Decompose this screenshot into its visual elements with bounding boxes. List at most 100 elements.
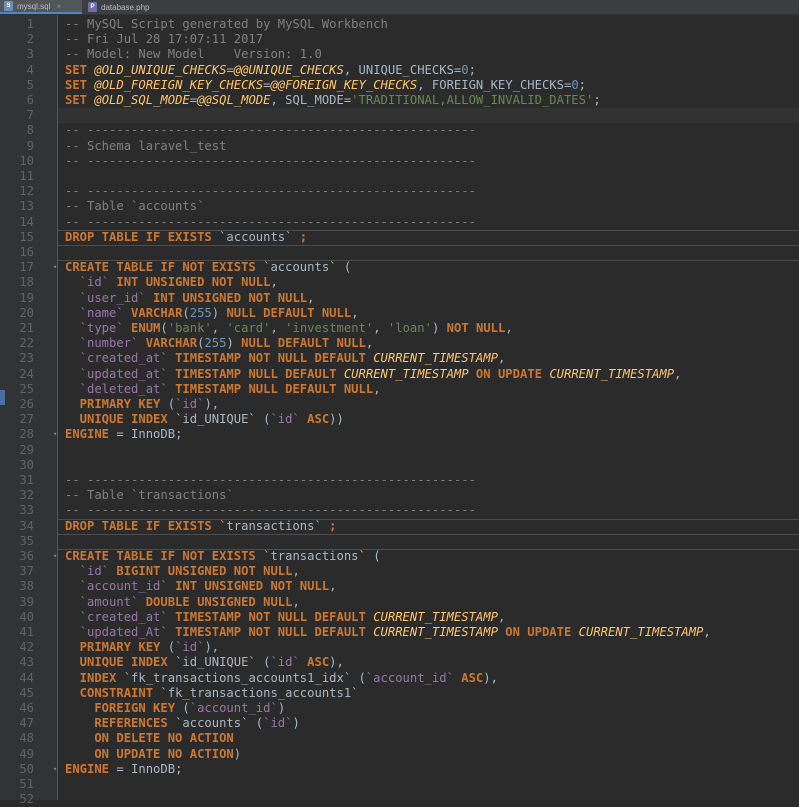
code-token: `name` bbox=[65, 305, 124, 320]
line-number: 18 bbox=[19, 275, 34, 290]
tab-mysql-sql[interactable]: S mysql.sql × bbox=[0, 0, 82, 14]
code-token: ON UPDATE bbox=[468, 366, 550, 381]
line-number: 8 bbox=[26, 123, 34, 138]
code-line[interactable]: `number` VARCHAR(255) NULL DEFAULT NULL, bbox=[65, 336, 374, 351]
code-line[interactable]: `created_at` TIMESTAMP NOT NULL DEFAULT … bbox=[65, 609, 506, 625]
code-line[interactable]: PRIMARY KEY (`id`), bbox=[65, 640, 219, 655]
line-number: 38 bbox=[19, 579, 34, 594]
code-line[interactable]: -- -------------------------------------… bbox=[65, 215, 476, 230]
code-line[interactable]: ENGINE = InnoDB; bbox=[65, 762, 182, 777]
code-line[interactable]: -- Table `transactions` bbox=[65, 488, 234, 503]
code-line[interactable]: `created_at` TIMESTAMP NOT NULL DEFAULT … bbox=[65, 351, 506, 366]
code-line[interactable]: SET @OLD_SQL_MODE=@@SQL_MODE, SQL_MODE='… bbox=[65, 93, 601, 108]
code-line[interactable]: `id` INT UNSIGNED NOT NULL, bbox=[65, 275, 278, 290]
code-line[interactable]: -- Schema laravel_test bbox=[65, 139, 226, 154]
code-line[interactable]: -- -------------------------------------… bbox=[65, 123, 476, 138]
code-token: INT UNSIGNED NOT NULL bbox=[167, 579, 330, 594]
code-line[interactable]: `updated_at` TIMESTAMP NULL DEFAULT CURR… bbox=[65, 366, 682, 382]
code-line[interactable]: -- Model: New Model Version: 1.0 bbox=[65, 47, 322, 62]
code-token: `id` bbox=[270, 412, 300, 427]
code-line[interactable]: -- -------------------------------------… bbox=[65, 184, 476, 199]
code-token: ( bbox=[365, 549, 381, 563]
fold-toggle-icon[interactable]: ▾ bbox=[53, 427, 57, 442]
code-line[interactable]: -- MySQL Script generated by MySQL Workb… bbox=[65, 17, 388, 32]
code-token: `transactions` bbox=[219, 518, 322, 533]
code-line[interactable]: `updated_At` TIMESTAMP NOT NULL DEFAULT … bbox=[65, 625, 711, 640]
code-token: ON UPDATE NO ACTION bbox=[65, 746, 234, 761]
code-token: , bbox=[674, 366, 682, 381]
code-token: @OLD_SQL_MODE bbox=[94, 93, 190, 107]
code-token: -- Table `transactions` bbox=[65, 488, 234, 503]
code-line[interactable]: FOREIGN KEY (`account_id`) bbox=[65, 701, 285, 716]
code-token: ON DELETE NO ACTION bbox=[65, 731, 234, 746]
code-token: ), bbox=[483, 670, 498, 685]
code-line[interactable]: `name` VARCHAR(255) NULL DEFAULT NULL, bbox=[65, 306, 359, 321]
code-line[interactable]: ENGINE = InnoDB; bbox=[65, 427, 182, 442]
code-token: `updated_At` bbox=[65, 625, 168, 639]
code-token: , UNIQUE_CHECKS= bbox=[343, 62, 462, 77]
tab-database-php[interactable]: P database.php bbox=[82, 0, 168, 14]
line-number-gutter[interactable]: 1 2 3 4 5 6 7 8 9 10 11 12 13 14 15 16 17 ▾ 18 19 20 21 22 23 24… bbox=[0, 15, 58, 806]
line-number: 23 bbox=[19, 351, 34, 366]
line-number: 11 bbox=[19, 169, 34, 183]
fold-toggle-icon[interactable]: ▾ bbox=[53, 549, 57, 564]
code-line[interactable]: `account_id` INT UNSIGNED NOT NULL, bbox=[65, 579, 337, 594]
line-number: 19 bbox=[19, 290, 34, 305]
code-token: , bbox=[307, 290, 315, 305]
code-line[interactable]: `type` ENUM('bank', 'card', 'investment'… bbox=[65, 321, 513, 336]
code-token: DROP TABLE IF EXISTS bbox=[65, 229, 220, 244]
code-token: , bbox=[497, 609, 506, 624]
code-line[interactable]: `amount` DOUBLE UNSIGNED NULL, bbox=[65, 595, 300, 610]
code-token: TIMESTAMP NOT NULL DEFAULT bbox=[167, 625, 374, 639]
code-line[interactable]: -- -------------------------------------… bbox=[65, 154, 476, 169]
code-line[interactable]: INDEX `fk_transactions_accounts1_idx` (`… bbox=[65, 671, 498, 686]
line-number: 45 bbox=[19, 685, 34, 700]
code-token: `fk_transactions_accounts1_idx` ( bbox=[123, 670, 366, 685]
code-token: `id` bbox=[65, 564, 110, 579]
code-token: `account_id` bbox=[65, 579, 168, 594]
code-token: ; bbox=[292, 229, 308, 244]
code-token: ENGINE bbox=[65, 761, 110, 776]
code-line[interactable]: ON DELETE NO ACTION bbox=[65, 731, 234, 746]
code-line[interactable]: -- -------------------------------------… bbox=[65, 473, 476, 488]
line-number: 42 bbox=[19, 640, 34, 655]
code-line[interactable]: CREATE TABLE IF NOT EXISTS `accounts` ( bbox=[65, 260, 351, 275]
code-line[interactable]: -- -------------------------------------… bbox=[65, 503, 476, 518]
code-line[interactable]: UNIQUE INDEX `id_UNIQUE` (`id` ASC), bbox=[65, 655, 344, 670]
code-line[interactable]: CONSTRAINT `fk_transactions_accounts1` bbox=[65, 686, 359, 701]
code-line[interactable]: -- Table `accounts` bbox=[65, 199, 204, 214]
code-token: -- MySQL Script generated by MySQL Workb… bbox=[65, 17, 388, 31]
code-line[interactable]: -- Fri Jul 28 17:07:11 2017 bbox=[65, 32, 263, 47]
code-token: `id` bbox=[263, 716, 293, 731]
code-token: INT UNSIGNED NOT NULL bbox=[109, 275, 271, 290]
code-token: )) bbox=[329, 412, 344, 427]
close-icon[interactable]: × bbox=[56, 2, 61, 11]
code-line[interactable]: SET @OLD_UNIQUE_CHECKS=@@UNIQUE_CHECKS, … bbox=[65, 63, 476, 78]
code-line[interactable]: SET @OLD_FOREIGN_KEY_CHECKS=@@FOREIGN_KE… bbox=[65, 78, 586, 93]
code-line[interactable]: ON UPDATE NO ACTION) bbox=[65, 747, 241, 762]
line-number: 40 bbox=[19, 609, 34, 624]
code-line[interactable]: DROP TABLE IF EXISTS `transactions` ; bbox=[65, 519, 337, 534]
line-number: 51 bbox=[19, 777, 34, 791]
code-editor[interactable]: -- MySQL Script generated by MySQL Workb… bbox=[58, 15, 799, 800]
code-token: , bbox=[365, 336, 374, 351]
code-token: CURRENT_TIMESTAMP bbox=[578, 625, 704, 639]
code-line[interactable]: `user_id` INT UNSIGNED NOT NULL, bbox=[65, 291, 315, 306]
code-line[interactable]: `id` BIGINT UNSIGNED NOT NULL, bbox=[65, 564, 300, 579]
code-token: INDEX bbox=[65, 670, 124, 685]
code-line[interactable]: CREATE TABLE IF NOT EXISTS `transactions… bbox=[65, 549, 381, 564]
fold-toggle-icon[interactable]: ▾ bbox=[53, 260, 57, 275]
code-line[interactable]: UNIQUE INDEX `id_UNIQUE` (`id` ASC)) bbox=[65, 412, 344, 427]
code-line[interactable]: REFERENCES `accounts` (`id`) bbox=[65, 716, 299, 731]
code-line[interactable]: `deleted_at` TIMESTAMP NULL DEFAULT NULL… bbox=[65, 382, 381, 397]
code-token: `amount` bbox=[65, 594, 139, 609]
code-token: ) bbox=[431, 321, 447, 335]
fold-toggle-icon[interactable]: ▾ bbox=[53, 762, 57, 777]
code-token: , bbox=[270, 321, 286, 335]
line-number: 34 bbox=[19, 518, 34, 533]
code-token: ENGINE bbox=[65, 427, 110, 442]
code-token: , SQL_MODE= bbox=[270, 93, 352, 107]
code-line[interactable]: DROP TABLE IF EXISTS `accounts` ; bbox=[65, 230, 307, 245]
code-line[interactable]: PRIMARY KEY (`id`), bbox=[65, 397, 219, 412]
code-token: UNIQUE INDEX bbox=[65, 655, 176, 670]
